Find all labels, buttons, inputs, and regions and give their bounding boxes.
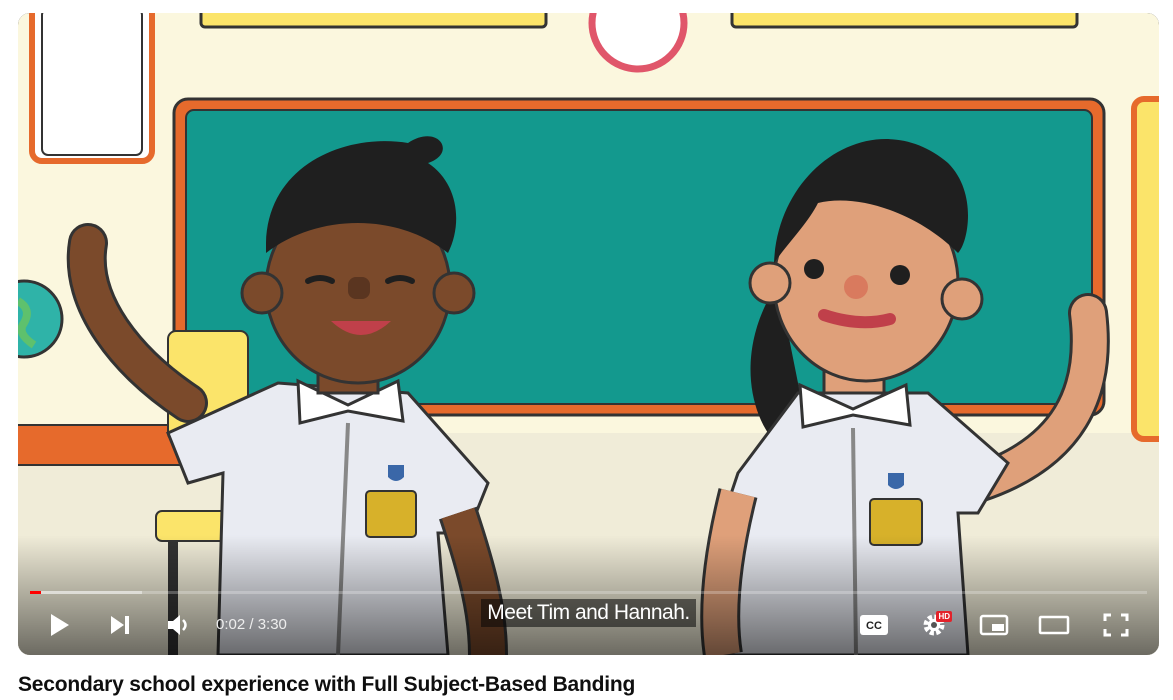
fullscreen-button[interactable] [1098, 607, 1134, 643]
progress-bar[interactable] [30, 591, 1147, 594]
next-icon [111, 616, 129, 634]
captions-button[interactable]: CC [856, 607, 892, 643]
next-button[interactable] [102, 607, 138, 643]
player-controls: 0:02 / 3:30 CC HD [18, 605, 1159, 645]
play-button[interactable] [42, 607, 78, 643]
fullscreen-icon [1103, 613, 1129, 637]
settings-button[interactable]: HD [916, 607, 952, 643]
miniplayer-button[interactable] [976, 607, 1012, 643]
time-display-text: 0:02 / 3:30 [216, 616, 287, 633]
captions-icon: CC [860, 615, 888, 635]
video-player[interactable]: Meet Tim and Hannah. 0:02 / 3:30 CC HD [18, 13, 1159, 655]
play-icon [51, 614, 69, 636]
theater-icon [1038, 615, 1070, 635]
captions-label: CC [866, 620, 882, 632]
volume-icon [168, 615, 187, 635]
time-display: 0:02 / 3:30 [216, 616, 287, 633]
miniplayer-icon [979, 614, 1009, 636]
video-title: Secondary school experience with Full Su… [18, 673, 636, 696]
progress-buffered [30, 591, 142, 594]
theater-mode-button[interactable] [1036, 607, 1072, 643]
mute-button[interactable] [162, 607, 198, 643]
progress-played [30, 591, 42, 594]
hd-badge: HD [936, 611, 952, 622]
